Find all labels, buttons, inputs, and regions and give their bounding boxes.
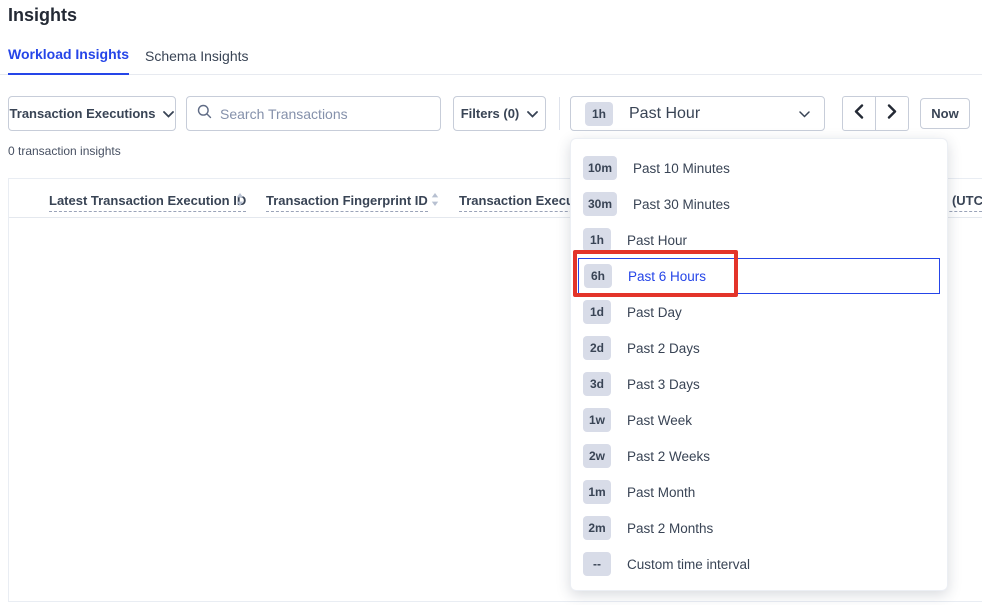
time-option-badge: 30m xyxy=(583,192,617,216)
time-option-past-30-minutes[interactable]: 30m Past 30 Minutes xyxy=(578,186,940,222)
time-range-label: Past Hour xyxy=(629,105,700,123)
time-option-past-2-weeks[interactable]: 2w Past 2 Weeks xyxy=(578,438,940,474)
column-header-latest-transaction-execution-id[interactable]: Latest Transaction Execution ID xyxy=(49,193,246,212)
time-option-label: Past Hour xyxy=(627,233,687,248)
time-option-past-3-days[interactable]: 3d Past 3 Days xyxy=(578,366,940,402)
filters-button[interactable]: Filters (0) xyxy=(453,96,546,131)
time-option-label: Past 2 Days xyxy=(627,341,700,356)
time-option-badge: 2d xyxy=(583,336,611,360)
time-option-past-6-hours[interactable]: 6h Past 6 Hours xyxy=(578,258,940,294)
time-pager xyxy=(842,96,909,131)
chevron-down-icon xyxy=(799,105,810,123)
chevron-down-icon xyxy=(163,106,174,121)
tab-workload-insights[interactable]: Workload Insights xyxy=(8,46,129,75)
column-header-transaction-fingerprint-id[interactable]: Transaction Fingerprint ID xyxy=(266,193,428,212)
transaction-type-label: Transaction Executions xyxy=(10,106,156,121)
time-option-past-2-months[interactable]: 2m Past 2 Months xyxy=(578,510,940,546)
time-range-dropdown-menu: 10m Past 10 Minutes 30m Past 30 Minutes 1h Pa… xyxy=(570,138,948,591)
search-input-wrapper xyxy=(186,96,441,131)
time-option-badge: 10m xyxy=(583,156,617,180)
time-option-badge: 3d xyxy=(583,372,611,396)
now-button[interactable]: Now xyxy=(920,98,970,129)
time-option-label: Past 3 Days xyxy=(627,377,700,392)
time-option-past-10-minutes[interactable]: 10m Past 10 Minutes xyxy=(578,150,940,186)
time-option-label: Past Week xyxy=(627,413,692,428)
previous-interval-button[interactable] xyxy=(842,96,876,131)
time-option-label: Past 6 Hours xyxy=(628,269,706,284)
chevron-left-icon xyxy=(854,104,864,124)
time-option-label: Past 10 Minutes xyxy=(633,161,730,176)
time-option-badge: 2w xyxy=(583,444,611,468)
chevron-down-icon xyxy=(527,106,538,121)
time-option-label: Past Month xyxy=(627,485,695,500)
time-option-past-week[interactable]: 1w Past Week xyxy=(578,402,940,438)
time-option-badge: 2m xyxy=(583,516,611,540)
time-range-selector[interactable]: 1h Past Hour xyxy=(570,96,825,131)
time-option-past-month[interactable]: 1m Past Month xyxy=(578,474,940,510)
time-option-past-2-days[interactable]: 2d Past 2 Days xyxy=(578,330,940,366)
page-title: Insights xyxy=(8,5,77,26)
time-option-badge: 1m xyxy=(583,480,611,504)
time-option-label: Past 30 Minutes xyxy=(633,197,730,212)
time-option-label: Past Day xyxy=(627,305,682,320)
time-option-badge: 1d xyxy=(583,300,611,324)
time-option-past-hour[interactable]: 1h Past Hour xyxy=(578,222,940,258)
time-option-badge: 1h xyxy=(583,228,611,252)
time-option-past-day[interactable]: 1d Past Day xyxy=(578,294,940,330)
tab-bar: Workload Insights Schema Insights xyxy=(0,44,982,75)
search-icon xyxy=(197,104,212,124)
insights-count-label: 0 transaction insights xyxy=(8,144,121,158)
time-option-badge: 1w xyxy=(583,408,611,432)
sort-icon[interactable] xyxy=(236,193,244,206)
next-interval-button[interactable] xyxy=(875,96,909,131)
search-input[interactable] xyxy=(220,106,430,122)
time-option-custom-time-interval[interactable]: -- Custom time interval xyxy=(578,546,940,582)
time-option-badge: -- xyxy=(583,552,611,576)
time-range-badge: 1h xyxy=(585,102,613,126)
time-option-label: Past 2 Months xyxy=(627,521,713,536)
toolbar-divider xyxy=(559,97,560,130)
chevron-right-icon xyxy=(887,104,897,124)
time-option-label: Custom time interval xyxy=(627,557,750,572)
sort-icon[interactable] xyxy=(431,193,439,206)
time-option-label: Past 2 Weeks xyxy=(627,449,710,464)
filters-label: Filters (0) xyxy=(461,106,520,121)
transaction-type-dropdown[interactable]: Transaction Executions xyxy=(8,96,176,131)
tab-schema-insights[interactable]: Schema Insights xyxy=(145,48,249,75)
time-option-badge: 6h xyxy=(584,264,612,288)
